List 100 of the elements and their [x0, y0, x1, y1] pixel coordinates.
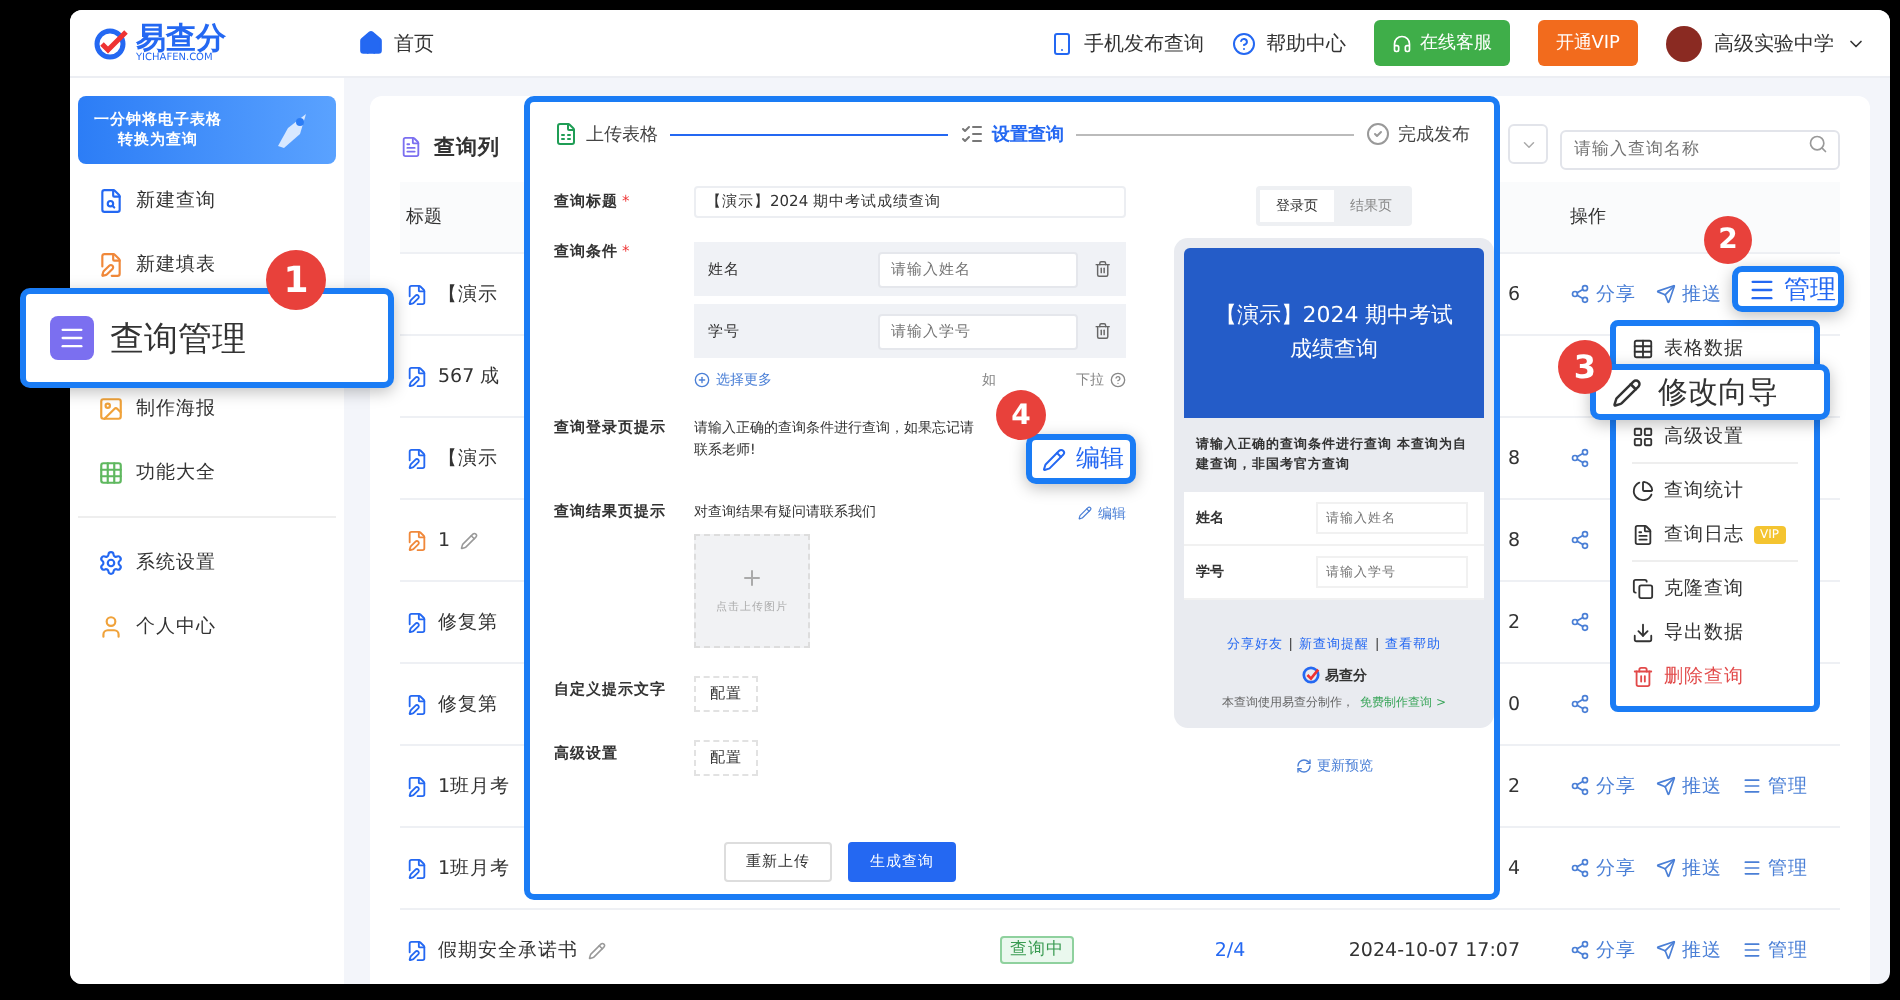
share-icon [1570, 612, 1590, 632]
support-button[interactable]: 在线客服 [1373, 20, 1510, 66]
sidebar-item[interactable]: 系统设置 [78, 542, 216, 582]
status-tag: 查询中 [1000, 936, 1074, 964]
share-link[interactable]: 分享 [1570, 855, 1636, 881]
menu-item[interactable]: 克隆查询 [1632, 574, 1798, 602]
query-icon [406, 693, 428, 715]
send-icon [1656, 940, 1676, 960]
share-icon [1570, 530, 1590, 550]
menu-icon [1742, 940, 1762, 960]
phone-icon [1049, 31, 1074, 55]
home-icon [358, 30, 384, 56]
send-icon [1656, 776, 1676, 796]
pie-chart-icon [1632, 479, 1654, 501]
manage-link[interactable]: 管理 [1742, 937, 1808, 963]
time-cell-text: 8 [1507, 529, 1522, 551]
time-cell-text: 2024-10-07 17:07 [1348, 939, 1522, 961]
list-icon [400, 136, 422, 158]
push-link[interactable]: 推送 [1656, 281, 1722, 307]
time-cell-text: 4 [1507, 857, 1522, 879]
document-icon [98, 187, 124, 213]
push-link[interactable]: 推送 [1656, 773, 1722, 799]
manage-link[interactable]: 管理 [1742, 855, 1808, 881]
share-link[interactable]: 分享 [1570, 281, 1636, 307]
query-icon [406, 857, 428, 879]
search-field[interactable]: 请输入查询名称 [1560, 130, 1840, 170]
logo-icon [94, 27, 130, 59]
sidebar-item[interactable]: 新建查询 [78, 180, 216, 220]
callout-label: 修改向导 [1658, 373, 1778, 411]
push-link[interactable]: 推送 [1656, 855, 1722, 881]
help-link[interactable]: 帮助中心 [1231, 29, 1346, 57]
grid-icon [98, 459, 124, 485]
image-icon [98, 395, 124, 421]
menu-item[interactable]: 删除查询 [1632, 662, 1798, 690]
query-icon [406, 283, 428, 305]
sidebar-item[interactable]: 制作海报 [78, 388, 216, 428]
home-link[interactable]: 首页 [358, 29, 434, 57]
column-header: 操作 [1570, 205, 1606, 230]
sidebar-item[interactable]: 功能大全 [78, 452, 216, 492]
vip-button[interactable]: 开通VIP [1537, 20, 1638, 66]
share-icon [1570, 284, 1590, 304]
wizard-step: 设置查询 [960, 121, 1064, 147]
query-icon [406, 447, 428, 469]
spreadsheet-icon [554, 122, 578, 146]
share-link[interactable]: 分享 [1570, 937, 1636, 963]
callout-label: 查询管理 [110, 317, 246, 361]
callout-label: 管理 [1784, 273, 1836, 307]
time-cell-text: 2 [1507, 611, 1522, 633]
grid-icon [1632, 425, 1654, 447]
query-title: 修复第 [438, 691, 498, 717]
menu-item[interactable]: 查询统计 [1632, 476, 1798, 504]
sidebar-item[interactable]: 新建填表 [78, 244, 216, 284]
document-pen-icon [98, 251, 124, 277]
query-icon [406, 939, 428, 961]
pencil-icon [1042, 447, 1066, 471]
menu-item[interactable]: 高级设置 [1632, 422, 1798, 450]
menu-item[interactable]: 表格数据 [1632, 334, 1798, 362]
person-icon [98, 613, 124, 639]
trash-icon [1094, 322, 1112, 340]
query-icon [406, 365, 428, 387]
push-link[interactable]: 推送 [1656, 937, 1722, 963]
time-cell-text: 6 [1507, 283, 1522, 305]
user-menu[interactable]: 高级实验中学 [1666, 25, 1866, 61]
pencil-icon [1612, 377, 1642, 407]
share-icon [1570, 694, 1590, 714]
list-icon [960, 122, 984, 146]
query-title: 567 成 [438, 363, 501, 389]
query-title: 【演示 [438, 445, 498, 471]
plus-circle-icon [694, 372, 710, 388]
send-icon [1656, 284, 1676, 304]
refresh-icon [1295, 757, 1311, 774]
logo-icon [1301, 666, 1319, 685]
query-title: 1班月考 [438, 773, 511, 799]
card-title: 查询列 [434, 133, 500, 161]
menu-item[interactable]: 导出数据 [1632, 618, 1798, 646]
search-icon [1808, 134, 1828, 154]
manage-link[interactable]: 管理 [1742, 773, 1808, 799]
share-link[interactable]: 分享 [1570, 773, 1636, 799]
download-icon [1632, 621, 1654, 643]
share-icon [1570, 940, 1590, 960]
callout-label: 编辑 [1076, 442, 1124, 476]
help-icon [1231, 31, 1256, 55]
time-cell-text: 2 [1507, 775, 1522, 797]
trash-icon [1632, 665, 1654, 687]
mobile-publish-link[interactable]: 手机发布查询 [1049, 29, 1204, 57]
menu-icon [1742, 776, 1762, 796]
form-icon [406, 529, 428, 551]
share-icon [1570, 776, 1590, 796]
query-icon [406, 775, 428, 797]
sidebar-item[interactable]: 个人中心 [78, 606, 216, 646]
column-header: 标题 [406, 205, 442, 230]
edit-icon[interactable] [588, 941, 606, 959]
query-title: 修复第 [438, 609, 498, 635]
share-icon [1570, 448, 1590, 468]
send-icon [1656, 858, 1676, 878]
query-title: 【演示 [438, 281, 498, 307]
edit-icon[interactable] [460, 531, 479, 549]
check-icon [1366, 122, 1390, 146]
progress-count: 2/4 [1214, 939, 1246, 961]
menu-icon [1742, 858, 1762, 878]
